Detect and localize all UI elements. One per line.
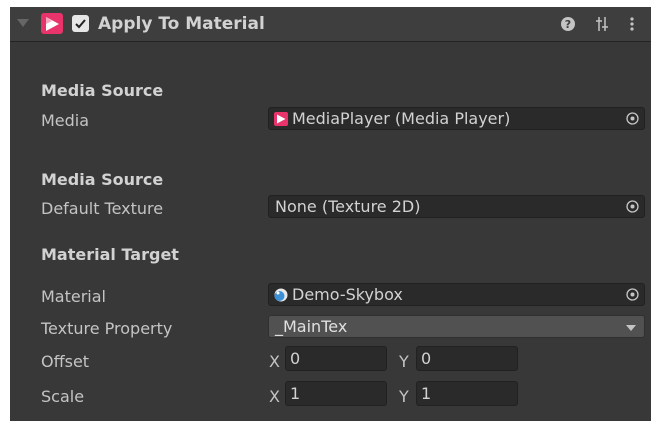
object-picker-icon[interactable] bbox=[626, 112, 639, 125]
inspector-panel: Apply To Material ? Media Source Media M… bbox=[10, 7, 651, 421]
media-player-icon bbox=[274, 112, 288, 126]
offset-y-label[interactable]: Y bbox=[399, 352, 409, 371]
offset-x-input[interactable]: 0 bbox=[285, 346, 387, 371]
media-object-field[interactable]: MediaPlayer (Media Player) bbox=[268, 107, 645, 130]
default-texture-value: None (Texture 2D) bbox=[275, 197, 421, 216]
object-picker-icon[interactable] bbox=[626, 200, 639, 213]
checkmark-icon bbox=[75, 19, 86, 29]
object-picker-icon[interactable] bbox=[626, 288, 639, 301]
texture-property-dropdown[interactable]: _MainTex bbox=[268, 315, 645, 338]
material-object-field[interactable]: Demo-Skybox bbox=[268, 283, 645, 306]
section-media-source-texture: Media Source bbox=[41, 170, 164, 189]
component-enabled-checkbox[interactable] bbox=[72, 15, 89, 32]
material-label: Material bbox=[41, 287, 106, 306]
offset-x-value: 0 bbox=[290, 349, 301, 368]
material-sphere-icon bbox=[274, 288, 288, 302]
help-icon[interactable]: ? bbox=[560, 16, 576, 32]
texture-property-value: _MainTex bbox=[275, 317, 348, 336]
svg-text:?: ? bbox=[565, 18, 571, 31]
media-label: Media bbox=[41, 111, 90, 130]
offset-label: Offset bbox=[41, 352, 90, 371]
section-material-target: Material Target bbox=[41, 245, 179, 264]
dropdown-arrow-icon bbox=[626, 325, 636, 331]
scale-y-input[interactable]: 1 bbox=[416, 381, 518, 406]
scale-y-value: 1 bbox=[421, 384, 432, 403]
kebab-menu-icon[interactable] bbox=[624, 16, 640, 32]
foldout-arrow-icon[interactable] bbox=[17, 19, 29, 27]
presets-icon[interactable] bbox=[594, 16, 610, 32]
offset-y-input[interactable]: 0 bbox=[416, 346, 518, 371]
offset-x-label[interactable]: X bbox=[269, 352, 280, 371]
offset-y-value: 0 bbox=[421, 349, 432, 368]
scale-x-value: 1 bbox=[290, 384, 301, 403]
default-texture-field[interactable]: None (Texture 2D) bbox=[268, 195, 645, 218]
scale-x-input[interactable]: 1 bbox=[285, 381, 387, 406]
scale-y-label[interactable]: Y bbox=[399, 387, 409, 406]
component-title: Apply To Material bbox=[98, 14, 265, 34]
scale-label: Scale bbox=[41, 387, 85, 406]
section-media-source: Media Source bbox=[41, 81, 164, 100]
material-value: Demo-Skybox bbox=[292, 285, 403, 304]
scale-x-label[interactable]: X bbox=[269, 387, 280, 406]
texture-property-label: Texture Property bbox=[41, 319, 173, 338]
media-value: MediaPlayer (Media Player) bbox=[292, 109, 511, 128]
component-header[interactable]: Apply To Material ? bbox=[10, 7, 651, 42]
default-texture-label: Default Texture bbox=[41, 199, 164, 218]
avpro-media-icon bbox=[41, 13, 63, 34]
